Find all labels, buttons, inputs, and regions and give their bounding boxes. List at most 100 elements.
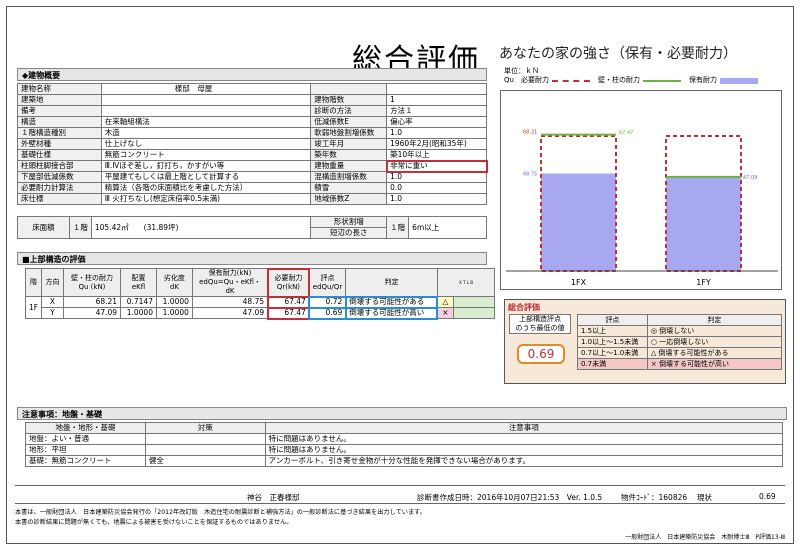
chart-area: 1FX 1FY 68.21 67.47 48.75 47.09 [500, 90, 782, 290]
summary-scale-score: 0.7未満 [577, 358, 648, 370]
chart-legend: 単位：ｋＮ Qu 必要耐力 壁・柱の耐力 保有耐力 [504, 67, 766, 86]
building-name-value: 様邸 母屋 [174, 84, 213, 94]
notes-col-header: 地盤・地形・基礎 [25, 422, 146, 434]
building-row: 基礎仕様 無筋コンクリート 築年数 築10年以上 [17, 149, 487, 161]
notes-caution: アンカーボルト、引き寄せ金物が十分な性能を発揮できない場合があります。 [264, 455, 784, 467]
notes-row: 地盤：よい・普通 特に問題はありません。 [25, 433, 784, 445]
footer-org: 一般財団法人 日本建築防災協会 木耐博士Ⅲ P評価13-Ⅲ [625, 534, 785, 541]
footer-note-2: 本書の診断結果に問題が無くても、地震による被害を受けないことを保証するものではあ… [15, 519, 293, 526]
upper-mark-cells [452, 296, 496, 308]
report-page: 総合評価 あなたの家の強さ（保有・必要耐力） ◆建物概要 建物名称 様邸 母屋 建築… [6, 6, 794, 544]
bar-holding-strength [541, 173, 616, 271]
building-row-label: 柱頭柱脚接合部 [17, 160, 102, 172]
bar-holding-strength [666, 176, 741, 271]
building-row-value-2: 0.0 [386, 182, 487, 194]
building-section-header: ◆建物概要 [17, 68, 487, 81]
building-row: 必要耐力計算法 精算法（各階の床面積比を考慮した方法） 積雪 0.0 [17, 182, 487, 194]
legend-swatch [642, 79, 681, 82]
summary-scale-judge: △ 倒壊する可能性がある [646, 347, 783, 359]
notes-ground: 地盤：よい・普通 [25, 433, 146, 445]
building-row-label-2 [310, 83, 388, 95]
upper-col-header: 判定 [345, 268, 438, 297]
building-row: 構造 在来軸組構法 低減係数E 偏心率 [17, 116, 487, 128]
summary-scale-row: 1.5以上 ◎ 倒壊しない [577, 325, 783, 337]
summary-col-score: 評点 [577, 314, 648, 326]
upper-ekfl: 0.7147 [120, 296, 157, 308]
legend-swatch [551, 79, 590, 82]
upper-ekfl: 1.0000 [120, 307, 157, 319]
building-row-label: 備考 [17, 105, 102, 117]
data-label-qr: 67.47 [619, 130, 633, 136]
notes-table: 地盤・地形・基礎 対策 注意事項 地盤：よい・普通 特に問題はありません。 地形：平坦特… [25, 422, 784, 467]
notes-measure [144, 444, 266, 456]
building-row-value: Ⅲ 火打ちなし(想定床倍率0.5未満) [100, 193, 312, 205]
building-row-label-2: 軟弱地盤割増係数 [310, 127, 388, 139]
notes-ground: 基礎：無筋コンクリート [25, 455, 146, 467]
upper-col-header: 評点 edQu/Qr [308, 268, 347, 297]
x-tick-label: 1FX [571, 278, 587, 287]
upper-dk: 1.0000 [155, 296, 193, 308]
notes-caution: 特に問題はありません。 [264, 433, 784, 445]
notes-row: 基礎：無筋コンクリート 健全 アンカーボルト、引き寄せ金物が十分な性能を発揮できない… [25, 455, 784, 467]
building-row-label: 床仕様 [17, 193, 102, 205]
upper-dir: X [41, 296, 64, 308]
building-row-value-2: 1.0 [386, 127, 487, 139]
upper-mark: × [436, 307, 454, 319]
legend-label: 保有耐力 [688, 76, 717, 84]
summary-scale-judge: ○ 一応倒壊しない [646, 336, 783, 348]
upper-dir: Y [41, 307, 64, 319]
building-row-value-2: 1960年2月(昭和35年) [386, 138, 487, 150]
building-row-label-2: 竣工年月 [310, 138, 388, 150]
legend-swatch [719, 77, 758, 84]
building-row-value: 仕上げなし [100, 138, 312, 150]
floor-area-label: 床面積 [17, 216, 70, 239]
building-row-value: 無筋コンクリート [100, 149, 312, 161]
upper-qu: 68.21 [62, 296, 122, 308]
summary-scale-score: 1.5以上 [577, 325, 648, 337]
summary-scale-judge: × 倒壊する可能性が高い [646, 358, 783, 370]
notes-ground: 地形：平坦 [25, 444, 146, 456]
footer-date: 診断書作成日時：2016年10月07日21:53 Ver. 1.0.5 [417, 493, 603, 502]
summary-min-score: 0.69 [517, 344, 565, 364]
building-row-value [100, 94, 312, 106]
summary-scale-row: 0.7以上～1.0未満 △ 倒壊する可能性がある [577, 347, 783, 359]
building-row-value-2: 偏心率 [386, 116, 487, 128]
upper-row: 1F X 68.21 0.7147 1.0000 48.75 67.47 0.72 倒壊する可能… [24, 295, 496, 319]
summary-scale-row: 1.0以上～1.5未満 ○ 一応倒壊しない [577, 336, 783, 348]
legend-item: Qu 必要耐力 [504, 76, 590, 86]
upper-dk: 1.0000 [155, 307, 193, 319]
building-row-label-2: 地域係数Z [310, 193, 388, 205]
building-row-value-2: 1 [386, 94, 487, 106]
summary-scale-row: 0.7未満 × 倒壊する可能性が高い [577, 358, 783, 370]
legend-label: Qu 必要耐力 [504, 76, 549, 84]
building-row-label: 外壁材種 [17, 138, 102, 150]
building-row: 備考 診断の方法 方法１ [17, 105, 487, 117]
footer-note-1: 本書は、一般財団法人 日本建築防災協会発行の「2012年改訂版 木造住宅の耐震診… [15, 509, 426, 516]
upper-score: 0.72 [308, 295, 347, 309]
legend-item: 壁・柱の耐力 [598, 76, 681, 86]
building-row-label-2: 低減係数E [310, 116, 388, 128]
shape-label-2: 短辺の長さ [310, 227, 388, 239]
shape-label-1: 形状割増 [310, 216, 388, 228]
building-row: 建物名称 様邸 母屋 [17, 83, 487, 95]
building-row-value [100, 105, 312, 117]
building-row: 外壁材種 仕上げなし 竣工年月 1960年2月(昭和35年) [17, 138, 487, 150]
building-row-label: １階構造種別 [17, 127, 102, 139]
summary-box: 総合評価 上部構造評点 のうち最低の値 0.69 評点 判定 1.5以上 ◎ 倒壊しな… [504, 299, 786, 384]
floor-area-value: 105.42㎡ (31.89坪) [90, 216, 312, 239]
building-table: 建物名称 様邸 母屋 建築地 建物階数 1 備考 診断の方法 方法１ 構造 在来軸組構法 低減係数E… [17, 83, 488, 205]
building-row-label-2: 築年数 [310, 149, 388, 161]
shape-floor: １階 [386, 216, 410, 239]
building-row: 建築地 建物階数 1 [17, 94, 487, 106]
summary-scale-table: 評点 判定 1.5以上 ◎ 倒壊しない 1.0以上～1.5未満 ○ 一応倒壊しない 0.7… [577, 314, 783, 370]
upper-col-header: 劣化度 dK [155, 268, 193, 297]
upper-col-header: 保有耐力(kN) edQu=Qu・eKfl・dK [191, 268, 269, 297]
summary-col-judge: 判定 [646, 314, 783, 326]
building-row-label: 建物名称 [17, 83, 102, 95]
upper-row: Y 47.09 1.0000 1.0000 47.09 67.47 0.69 倒壊する可能性が… [26, 306, 496, 320]
summary-box-label: 上部構造評点 のうち最低の値 [509, 314, 571, 334]
upper-section-header: ■上部構造の評価 [17, 252, 487, 265]
building-row-label-2: 建物階数 [310, 94, 388, 106]
upper-edqu: 47.09 [191, 307, 269, 319]
building-row-value: 様邸 母屋 [100, 83, 312, 95]
